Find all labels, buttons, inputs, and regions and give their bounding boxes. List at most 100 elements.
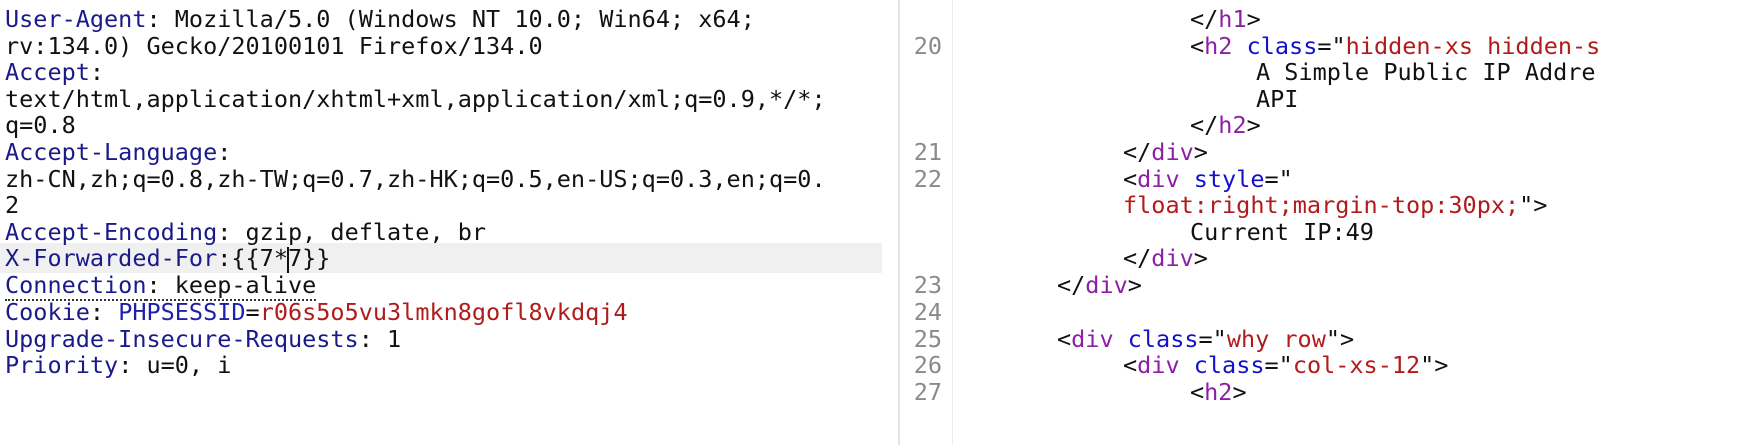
header-value-continuation: zh-CN,zh;q=0.8,zh-TW;q=0.7,zh-HK;q=0.5,e… bbox=[5, 164, 826, 194]
request-editor-pane[interactable]: User-Agent: Mozilla/5.0 (Windows NT 10.0… bbox=[0, 0, 898, 445]
attribute-value: why row bbox=[1226, 325, 1326, 353]
attribute-value: col-xs-12 bbox=[1292, 351, 1421, 379]
code-line: float:right;margin-top:30px;"> bbox=[1123, 190, 1547, 220]
code-line: Current IP:49 bbox=[1190, 217, 1374, 247]
code-line: </div> bbox=[1057, 270, 1142, 300]
code-line: <h2> bbox=[1190, 377, 1247, 407]
code-token: =" bbox=[1198, 325, 1227, 353]
code-token: </ bbox=[1190, 5, 1219, 33]
attribute-value: float:right;margin-top:30px; bbox=[1123, 191, 1520, 219]
tag-name: div bbox=[1071, 325, 1114, 353]
code-token: "> bbox=[1325, 325, 1355, 353]
code-line: API bbox=[1256, 84, 1298, 114]
header-line-priority: Priority: u=0, i bbox=[5, 350, 231, 380]
code-token: > bbox=[1246, 5, 1261, 33]
line-number: 21 bbox=[913, 138, 942, 166]
attribute-name: style bbox=[1193, 165, 1265, 193]
code-token: < bbox=[1123, 165, 1138, 193]
header-value-continuation: 2 bbox=[5, 190, 19, 220]
header-key: Cookie bbox=[5, 298, 90, 326]
current-ip-text: Current IP:49 bbox=[1190, 218, 1374, 246]
header-separator: : bbox=[217, 138, 232, 166]
header-line-x-forwarded-for: X-Forwarded-For:{{7*7}} bbox=[5, 243, 330, 273]
code-line: </h2> bbox=[1190, 110, 1261, 140]
header-line-connection: Connection: keep-alive bbox=[5, 270, 317, 301]
tag-name: div bbox=[1085, 271, 1128, 299]
tag-name: div bbox=[1137, 351, 1180, 379]
header-value: 2 bbox=[5, 191, 20, 219]
code-line: </div> bbox=[1123, 137, 1208, 167]
code-line: <div class="col-xs-12"> bbox=[1123, 350, 1448, 380]
header-value: : u=0, i bbox=[118, 351, 232, 379]
header-key: X-Forwarded-For bbox=[5, 244, 218, 272]
tag-name: div bbox=[1151, 138, 1194, 166]
code-line: A Simple Public IP Addre bbox=[1256, 57, 1596, 87]
tag-name: h2 bbox=[1204, 32, 1233, 60]
attribute-name: class bbox=[1246, 32, 1318, 60]
attribute-value: hidden-xs hidden-s bbox=[1345, 32, 1601, 60]
header-key: Accept bbox=[5, 58, 90, 86]
code-token: < bbox=[1123, 351, 1138, 379]
line-number: 22 bbox=[913, 165, 942, 193]
header-value: q=0.8 bbox=[5, 111, 76, 139]
text-node: API bbox=[1256, 85, 1299, 113]
header-value: 7}} bbox=[287, 244, 331, 272]
tag-name: div bbox=[1151, 244, 1194, 272]
code-token: "> bbox=[1519, 191, 1548, 219]
code-token: =" bbox=[1317, 32, 1346, 60]
line-number-gutter: 20 21 22 23 24 25 26 27 bbox=[900, 0, 953, 445]
code-token: > bbox=[1127, 271, 1142, 299]
tag-name: h2 bbox=[1204, 378, 1233, 406]
text-node: A Simple Public IP Addre bbox=[1256, 58, 1596, 86]
header-value: : 1 bbox=[358, 325, 402, 353]
code-token: </ bbox=[1190, 111, 1219, 139]
code-token: </ bbox=[1123, 244, 1152, 272]
line-number: 20 bbox=[913, 32, 942, 60]
cookie-equals: = bbox=[245, 298, 260, 326]
header-key: Priority bbox=[5, 351, 119, 379]
header-value: text/html,application/xhtml+xml,applicat… bbox=[5, 85, 826, 113]
header-value: rv:134.0) Gecko/20100101 Firefox/134.0 bbox=[5, 32, 543, 60]
header-value-continuation: q=0.8 bbox=[5, 110, 76, 140]
code-token: =" bbox=[1264, 351, 1293, 379]
header-value: zh-CN,zh;q=0.8,zh-TW;q=0.7,zh-HK;q=0.5,e… bbox=[5, 165, 826, 193]
header-line-cookie: Cookie: PHPSESSID=r06s5o5vu3lmkn8gofl8vk… bbox=[5, 297, 628, 327]
header-value-continuation: text/html,application/xhtml+xml,applicat… bbox=[5, 84, 826, 114]
code-token: </ bbox=[1057, 271, 1086, 299]
code-line: </h1> bbox=[1190, 4, 1261, 34]
code-token: > bbox=[1246, 111, 1261, 139]
code-token: =" bbox=[1264, 165, 1293, 193]
code-token: < bbox=[1190, 32, 1205, 60]
header-value: : Mozilla/5.0 (Windows NT 10.0; Win64; x… bbox=[146, 5, 755, 33]
cookie-value: r06s5o5vu3lmkn8gofl8vkdqj4 bbox=[259, 298, 628, 326]
tag-name: div bbox=[1137, 165, 1180, 193]
code-line: </div> bbox=[1123, 243, 1208, 273]
header-key: User-Agent bbox=[5, 5, 147, 33]
line-number: 23 bbox=[913, 271, 942, 299]
header-value: : gzip, deflate, br bbox=[217, 218, 487, 246]
line-number: 24 bbox=[913, 298, 942, 326]
header-value: :{{7* bbox=[217, 244, 288, 272]
cookie-name: PHPSESSID bbox=[118, 298, 246, 326]
code-token: > bbox=[1193, 138, 1208, 166]
header-key: Accept-Encoding bbox=[5, 218, 218, 246]
code-token: "> bbox=[1420, 351, 1449, 379]
code-token: < bbox=[1190, 378, 1205, 406]
line-number: 27 bbox=[913, 378, 942, 406]
tag-name: h2 bbox=[1218, 111, 1247, 139]
tag-name: h1 bbox=[1218, 5, 1247, 33]
code-token: > bbox=[1232, 378, 1247, 406]
header-line-accept-language: Accept-Language: bbox=[5, 137, 231, 167]
line-number: 26 bbox=[913, 351, 942, 379]
code-token: < bbox=[1057, 325, 1072, 353]
header-separator: : bbox=[89, 58, 105, 86]
code-token: </ bbox=[1123, 138, 1152, 166]
attribute-name: class bbox=[1193, 351, 1265, 379]
header-separator: : bbox=[89, 298, 119, 326]
header-key: Upgrade-Insecure-Requests bbox=[5, 325, 359, 353]
header-line-user-agent: User-Agent: Mozilla/5.0 (Windows NT 10.0… bbox=[5, 4, 755, 34]
response-viewer-pane[interactable]: 20 21 22 23 24 25 26 27 </h1> <h2 class=… bbox=[900, 0, 1760, 445]
header-key: Accept-Language bbox=[5, 138, 218, 166]
code-token: > bbox=[1193, 244, 1208, 272]
attribute-name: class bbox=[1127, 325, 1199, 353]
